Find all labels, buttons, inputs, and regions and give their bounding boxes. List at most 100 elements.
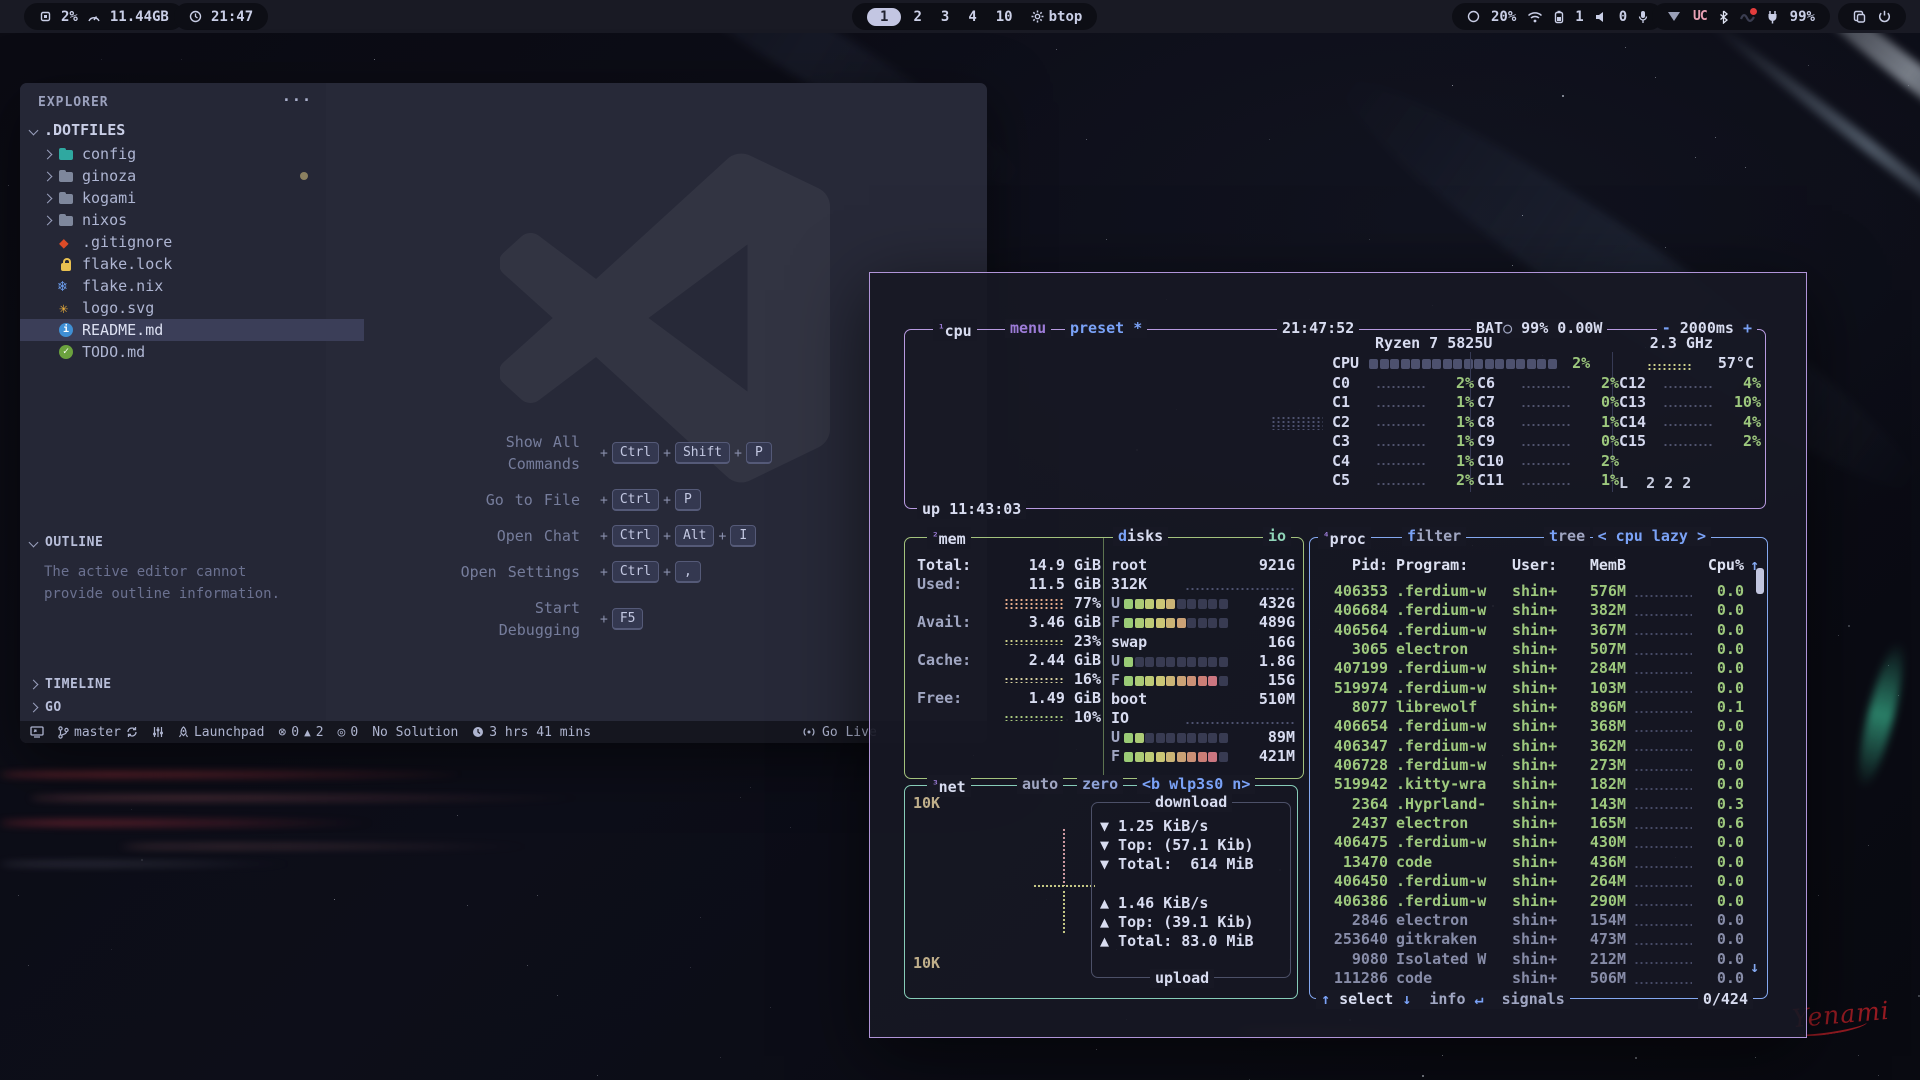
- process-row[interactable]: 406564.ferdium-wshin+367M0.0: [1318, 621, 1754, 640]
- file-tree-item[interactable]: TODO.md: [20, 341, 364, 363]
- speaker-icon[interactable]: [1595, 11, 1608, 23]
- workspace-button[interactable]: 1: [867, 8, 901, 26]
- file-tree-item[interactable]: logo.svg: [20, 297, 364, 319]
- notification-tray-icon[interactable]: [1740, 11, 1755, 23]
- uptime-label: up 11:43:03: [917, 500, 1026, 519]
- network-tray-icon[interactable]: [1667, 11, 1681, 22]
- proc-box-title[interactable]: ⁴proc: [1318, 527, 1371, 549]
- feedback-indicator[interactable]: ◎ 0: [338, 725, 359, 740]
- file-tree-item[interactable]: .gitignore: [20, 231, 364, 253]
- proc-table-header[interactable]: Pid:Program:User:MemBCpu%: [1318, 556, 1754, 575]
- shortcut-keys: +Ctrl+P: [596, 489, 701, 511]
- file-type-icon: [58, 279, 75, 294]
- clipboard-icon[interactable]: [1853, 10, 1866, 23]
- btop-window: ¹cpu menu preset * 21:47:52 BAT○ 99% 0.0…: [869, 272, 1807, 1038]
- sliders-icon[interactable]: [152, 726, 164, 738]
- solution-status[interactable]: No Solution: [372, 725, 458, 740]
- shortcut-keys: +Ctrl+,: [596, 561, 701, 583]
- file-tree-item[interactable]: nixos: [20, 209, 326, 231]
- process-row[interactable]: 406475.ferdium-wshin+430M0.0: [1318, 833, 1754, 852]
- go-section-header[interactable]: GO: [30, 700, 62, 715]
- proc-footer-keys[interactable]: ↑ select ↓ info ↵ signals: [1316, 990, 1570, 1009]
- process-row[interactable]: 407199.ferdium-wshin+284M0.0: [1318, 659, 1754, 678]
- workspace-button[interactable]: 4: [961, 8, 983, 26]
- shortcut-label: Go to File: [350, 489, 580, 511]
- proc-sort-selector[interactable]: < cpu lazy >: [1593, 527, 1711, 546]
- mem-box-title[interactable]: ²mem: [927, 527, 971, 549]
- process-row[interactable]: 8077librewolfshin+896M0.1: [1318, 698, 1754, 717]
- proc-tree-button[interactable]: tree: [1544, 527, 1590, 546]
- proc-filter-button[interactable]: filter: [1402, 527, 1466, 546]
- core-row: C1310%: [1619, 393, 1761, 412]
- timeline-section-header[interactable]: TIMELINE: [30, 677, 112, 692]
- key-cap: Shift: [675, 442, 730, 464]
- workspace-button[interactable]: 3: [934, 8, 956, 26]
- process-row[interactable]: 9080Isolated Wshin+212M0.0: [1318, 950, 1754, 969]
- free-meter: [1004, 715, 1064, 721]
- download-total: ▼ Total: 614 MiB: [1100, 855, 1254, 874]
- workspace-button[interactable]: 2: [906, 8, 928, 26]
- menu-button[interactable]: menu: [1005, 319, 1051, 338]
- process-row[interactable]: 406347.ferdium-wshin+362M0.0: [1318, 737, 1754, 756]
- process-row[interactable]: 2846electronshin+154M0.0: [1318, 911, 1754, 930]
- process-row[interactable]: 519974.ferdium-wshin+103M0.0: [1318, 679, 1754, 698]
- process-row[interactable]: 406684.ferdium-wshin+382M0.0: [1318, 601, 1754, 620]
- keyboard-battery-icon[interactable]: [1554, 10, 1564, 24]
- net-interface[interactable]: <b wlp3s0 n>: [1137, 775, 1255, 794]
- net-scale-bottom: 10K: [913, 954, 940, 973]
- process-row[interactable]: 111286codeshin+506M0.0: [1318, 969, 1754, 988]
- shortcut-label: Open Chat: [350, 525, 580, 547]
- launchpad-button[interactable]: Launchpad: [178, 725, 264, 740]
- memory-gauge-icon: [87, 11, 101, 23]
- file-tree-item[interactable]: flake.nix: [20, 275, 364, 297]
- go-live-button[interactable]: Go Live: [802, 721, 877, 743]
- uc-tray-icon[interactable]: UC: [1693, 9, 1707, 24]
- session-pill: [1838, 3, 1906, 30]
- process-row[interactable]: 406353.ferdium-wshin+576M0.0: [1318, 582, 1754, 601]
- core-column: C62%C70%C81%C90%C102%C111%: [1477, 374, 1619, 490]
- process-row[interactable]: 2437electronshin+165M0.6: [1318, 814, 1754, 833]
- git-branch-indicator[interactable]: master: [58, 725, 138, 740]
- bluetooth-icon[interactable]: [1719, 10, 1728, 24]
- core-row: C02%: [1332, 374, 1474, 393]
- process-row[interactable]: 406728.ferdium-wshin+273M0.0: [1318, 756, 1754, 775]
- preset-button[interactable]: preset *: [1065, 319, 1147, 338]
- file-tree-item[interactable]: kogami: [20, 187, 326, 209]
- net-graph-spike: [1062, 890, 1065, 934]
- file-tree-item[interactable]: flake.lock: [20, 253, 364, 275]
- wallpaper-light-trail: [0, 820, 380, 826]
- power-icon[interactable]: [1878, 10, 1891, 23]
- file-tree-item[interactable]: ginoza: [20, 165, 326, 187]
- process-row[interactable]: 406450.ferdium-wshin+264M0.0: [1318, 872, 1754, 891]
- io-mode-toggle[interactable]: io: [1263, 527, 1291, 546]
- wifi-icon[interactable]: [1527, 11, 1543, 23]
- process-row[interactable]: 253640gitkrakenshin+473M0.0: [1318, 930, 1754, 949]
- session-timer[interactable]: 3 hrs 41 mins: [472, 725, 591, 740]
- cpu-box-title[interactable]: ¹cpu: [933, 319, 977, 341]
- process-row[interactable]: 406654.ferdium-wshin+368M0.0: [1318, 717, 1754, 736]
- net-zero-toggle[interactable]: zero: [1077, 775, 1123, 794]
- problems-indicator[interactable]: ⊗ 0 ▲ 2: [278, 725, 323, 740]
- process-row[interactable]: 406386.ferdium-wshin+290M0.0: [1318, 892, 1754, 911]
- process-row[interactable]: 2364.Hyprland-shin+143M0.3: [1318, 795, 1754, 814]
- microphone-icon[interactable]: [1638, 10, 1648, 24]
- process-row[interactable]: 13470codeshin+436M0.0: [1318, 853, 1754, 872]
- workspaces-pill: 123410 btop: [852, 3, 1097, 30]
- remote-indicator[interactable]: [30, 726, 44, 738]
- file-name: config: [82, 145, 136, 163]
- brightness-icon[interactable]: [1467, 10, 1480, 23]
- scrollbar-thumb[interactable]: [1756, 568, 1764, 594]
- outline-section-header[interactable]: OUTLINE: [30, 535, 103, 550]
- disks-box-title[interactable]: disks: [1113, 527, 1168, 546]
- process-row[interactable]: 3065electronshin+507M0.0: [1318, 640, 1754, 659]
- explorer-more-actions-icon[interactable]: ···: [282, 91, 312, 109]
- scroll-down-arrow[interactable]: ↓: [1750, 958, 1759, 977]
- file-name: ginoza: [82, 167, 136, 185]
- file-tree-item[interactable]: config: [20, 143, 326, 165]
- btop-clock: 21:47:52: [1277, 319, 1359, 338]
- explorer-root-folder[interactable]: .DOTFILES: [20, 119, 336, 141]
- process-row[interactable]: 519942.kitty-wrashin+182M0.0: [1318, 775, 1754, 794]
- net-auto-toggle[interactable]: auto: [1017, 775, 1063, 794]
- file-tree-item[interactable]: README.md: [20, 319, 364, 341]
- workspace-button[interactable]: 10: [989, 8, 1020, 26]
